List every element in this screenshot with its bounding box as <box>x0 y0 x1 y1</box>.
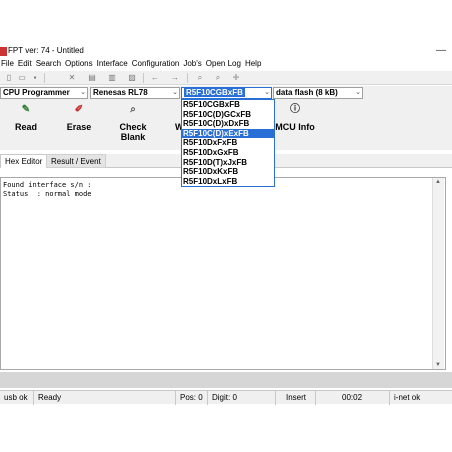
menu-help[interactable]: Help <box>245 58 261 70</box>
search-next-icon[interactable]: ⌕ <box>213 73 223 83</box>
chevron-down-icon: ⌄ <box>264 89 270 96</box>
device-option[interactable]: R5F10C(D)GCxFB <box>182 110 274 120</box>
read-label: Read <box>14 122 37 132</box>
menu-file[interactable]: File <box>1 58 14 70</box>
status-inet: i-net ok <box>394 393 421 402</box>
device-option[interactable]: R5F10D(T)xJxFB <box>182 158 274 168</box>
menu-options[interactable]: Options <box>65 58 93 70</box>
log-output[interactable]: Found interface s/n : Status : normal mo… <box>0 177 446 370</box>
selector-bar: CPU Programmer ⌄ Renesas RL78 ⌄ R5F10CGB… <box>0 86 452 100</box>
device-select[interactable]: R5F10CGBxFB ⌄ <box>181 87 272 99</box>
close-icon[interactable]: — <box>436 45 446 56</box>
status-pos: Pos: 0 <box>176 391 208 405</box>
window-title: FPT ver: 74 - Untitled <box>8 46 84 55</box>
magnifier-icon: ⌕ <box>130 104 136 115</box>
flash-value: data flash (8 kB) <box>276 88 338 97</box>
toolbar-separator <box>44 73 45 83</box>
replace-icon[interactable]: ✛ <box>231 73 241 83</box>
open-folder-icon[interactable]: ▭ <box>17 73 27 83</box>
tab-hex-editor[interactable]: Hex Editor <box>0 154 48 168</box>
status-usb: usb ok <box>0 391 34 405</box>
check-blank-button[interactable]: ⌕ Check Blank <box>107 104 159 142</box>
mcu-info-label: MCU Info <box>275 122 315 132</box>
status-state: Ready <box>34 391 176 405</box>
menu-edit[interactable]: Edit <box>18 58 32 70</box>
programmer-select[interactable]: CPU Programmer ⌄ <box>0 87 88 99</box>
read-icon: ✎ <box>21 104 31 115</box>
device-option[interactable]: R5F10DxLxFB <box>182 177 274 187</box>
copy-icon[interactable]: ▤ <box>87 73 97 83</box>
read-button[interactable]: ✎ Read <box>14 104 38 132</box>
status-time: 00:02 <box>316 391 390 405</box>
flash-select[interactable]: data flash (8 kB) ⌄ <box>273 87 363 99</box>
panel-divider <box>0 372 452 388</box>
erase-icon: ✐ <box>74 104 84 115</box>
device-dropdown-list[interactable]: R5F10CGBxFB R5F10C(D)GCxFB R5F10C(D)xDxF… <box>181 99 275 188</box>
scroll-up-icon[interactable]: ▲ <box>435 179 441 185</box>
delete-icon[interactable]: ▨ <box>127 73 137 83</box>
vertical-scrollbar[interactable]: ▲ ▼ <box>432 178 444 369</box>
family-select[interactable]: Renesas RL78 ⌄ <box>90 87 180 99</box>
menu-configuration[interactable]: Configuration <box>132 58 180 70</box>
device-option[interactable]: R5F10DxFxFB <box>182 138 274 148</box>
chevron-down-icon: ⌄ <box>80 89 86 96</box>
erase-label: Erase <box>66 122 92 132</box>
menu-search[interactable]: Search <box>36 58 61 70</box>
paste-icon[interactable]: ▥ <box>107 73 117 83</box>
save-icon[interactable]: ▪ <box>30 73 40 83</box>
erase-button[interactable]: ✐ Erase <box>66 104 92 132</box>
log-line: Status : normal mode <box>3 190 92 198</box>
menu-jobs[interactable]: Job's <box>183 58 201 70</box>
device-value: R5F10CGBxFB <box>184 88 245 97</box>
chevron-down-icon: ⌄ <box>172 89 178 96</box>
title-bar: FPT ver: 74 - Untitled — <box>0 44 452 58</box>
status-digit: Digit: 0 <box>208 391 276 405</box>
toolbar-separator <box>187 73 188 83</box>
menu-open-log[interactable]: Open Log <box>206 58 241 70</box>
device-option[interactable]: R5F10C(D)xDxFB <box>182 119 274 129</box>
device-option[interactable]: R5F10CGBxFB <box>182 100 274 110</box>
device-option[interactable]: R5F10DxGxFB <box>182 148 274 158</box>
tab-result-event[interactable]: Result / Event <box>46 154 106 168</box>
check-blank-label: Check Blank <box>119 122 147 142</box>
info-icon: ⓘ <box>290 104 300 115</box>
redo-icon[interactable]: → <box>170 73 180 83</box>
device-option[interactable]: R5F10DxKxFB <box>182 167 274 177</box>
mcu-info-button[interactable]: ⓘ MCU Info <box>274 104 316 132</box>
menu-interface[interactable]: Interface <box>97 58 128 70</box>
family-value: Renesas RL78 <box>93 88 148 97</box>
app-icon <box>0 47 7 56</box>
status-mode: Insert <box>276 391 316 405</box>
programmer-value: CPU Programmer <box>3 88 70 97</box>
toolbar: ▯ ▭ ▪ ✕ ▤ ▥ ▨ ← → ⌕ ⌕ ✛ <box>0 71 452 85</box>
new-file-icon[interactable]: ▯ <box>4 73 14 83</box>
chevron-down-icon: ⌄ <box>355 89 361 96</box>
device-option-highlighted[interactable]: R5F10C(D)xExFB <box>182 128 274 139</box>
undo-icon[interactable]: ← <box>150 73 160 83</box>
menu-bar: File Edit Search Options Interface Confi… <box>0 58 452 70</box>
cut-icon[interactable]: ✕ <box>67 73 77 83</box>
scroll-down-icon[interactable]: ▼ <box>435 362 441 368</box>
search-icon[interactable]: ⌕ <box>195 73 205 83</box>
toolbar-separator <box>143 73 144 83</box>
status-bar: usb ok Ready Pos: 0 Digit: 0 Insert 00:0… <box>0 390 452 405</box>
